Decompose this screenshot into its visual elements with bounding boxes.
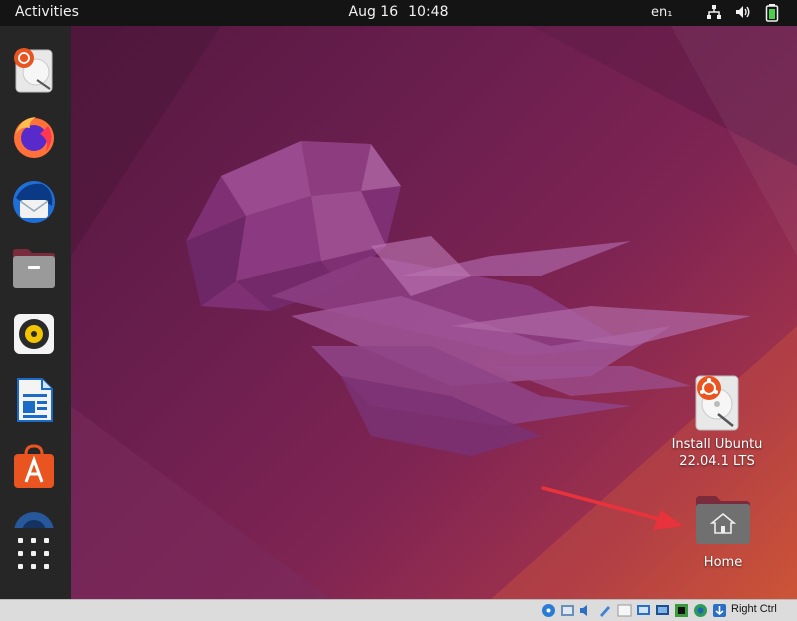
battery-icon[interactable]: [764, 4, 780, 26]
desktop[interactable]: Install Ubuntu 22.04.1 LTS Home: [71, 26, 797, 599]
cpu-icon[interactable]: [693, 603, 708, 618]
files-icon[interactable]: [10, 244, 58, 292]
shared-folder-icon[interactable]: [636, 603, 651, 618]
install-label-line2: 22.04.1 LTS: [679, 454, 755, 469]
network-adapter-icon[interactable]: [597, 603, 612, 618]
install-label-line1: Install Ubuntu: [671, 437, 763, 452]
install-disc-icon: [693, 374, 741, 432]
date-label[interactable]: Aug 16: [349, 4, 399, 20]
rhythmbox-icon[interactable]: [10, 310, 58, 358]
language-indicator[interactable]: en₁: [651, 5, 672, 20]
top-bar: Activities Aug 16 10:48 en₁: [0, 0, 797, 26]
host-key-label[interactable]: Right Ctrl: [731, 603, 777, 615]
show-apps-icon[interactable]: [14, 534, 54, 574]
network-icon[interactable]: [706, 4, 722, 24]
home-desktop-icon[interactable]: Home: [672, 494, 774, 571]
volume-icon[interactable]: [735, 4, 751, 24]
hard-disk-icon[interactable]: [541, 603, 556, 618]
dock: [0, 26, 71, 599]
vbox-status-bar: Right Ctrl: [0, 599, 797, 621]
recording-icon[interactable]: [674, 603, 689, 618]
audio-icon[interactable]: [578, 603, 593, 618]
display-icon[interactable]: [655, 603, 670, 618]
install-ubuntu-icon[interactable]: [10, 46, 58, 94]
clock: Aug 16 10:48: [0, 4, 797, 20]
app-center-icon[interactable]: [10, 442, 58, 490]
home-folder-icon: [694, 494, 752, 546]
libreoffice-writer-icon[interactable]: [10, 376, 58, 424]
home-label: Home: [703, 555, 743, 570]
help-icon[interactable]: [10, 508, 58, 528]
usb-icon[interactable]: [617, 603, 632, 618]
activities-button[interactable]: Activities: [15, 4, 79, 20]
firefox-icon[interactable]: [10, 112, 58, 160]
optical-drive-icon[interactable]: [560, 603, 575, 618]
time-label[interactable]: 10:48: [408, 4, 448, 20]
install-ubuntu-desktop-icon[interactable]: Install Ubuntu 22.04.1 LTS: [666, 374, 768, 470]
mouse-integration-icon[interactable]: [712, 603, 727, 618]
thunderbird-icon[interactable]: [10, 178, 58, 226]
